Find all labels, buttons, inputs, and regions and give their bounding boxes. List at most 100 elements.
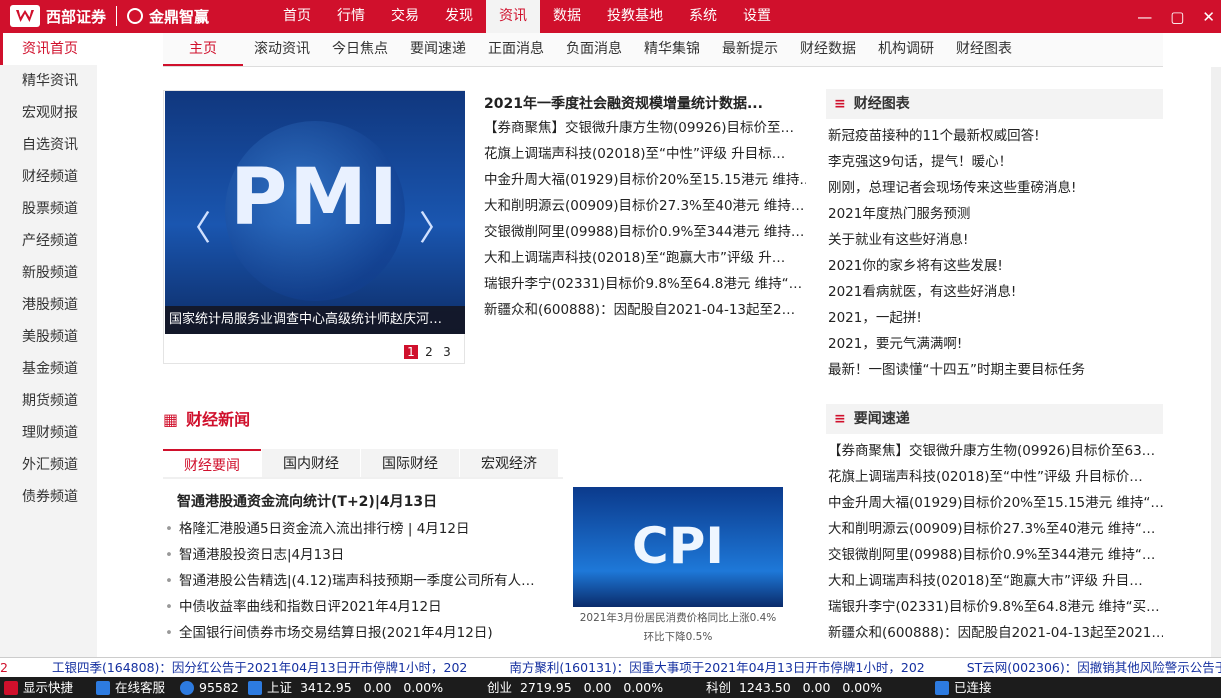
ticker-item[interactable]: ST云网(002306)：因撤销其他风险警示公告于2021年04月13日开市 (967, 660, 1221, 675)
nav-education[interactable]: 投教基地 (594, 0, 676, 33)
pager-1[interactable]: 1 (404, 345, 418, 359)
pager-2[interactable]: 2 (422, 345, 436, 359)
sidebar-item-macro[interactable]: 宏观财报 (0, 97, 97, 129)
list-item[interactable]: 李克强这9句话，提气！暖心！ (826, 149, 1163, 175)
sidebar-item-industry[interactable]: 产经频道 (0, 225, 97, 257)
nav-data[interactable]: 数据 (540, 0, 594, 33)
list-item[interactable]: 大和削明源云(00909)目标价27.3%至40港元 维持… (484, 193, 806, 219)
list-item[interactable]: 2021你的家乡将有这些发展! (826, 253, 1163, 279)
list-item[interactable]: 智通港股公告精选|(4.12)瑞声科技预期一季度公司所有人… (165, 568, 560, 594)
sidebar-item-hk[interactable]: 港股频道 (0, 289, 97, 321)
chevron-left-icon[interactable]: 〈 (177, 201, 211, 250)
tab-research[interactable]: 机构调研 (867, 33, 945, 66)
sidebar-item-forex[interactable]: 外汇频道 (0, 449, 97, 481)
list-item[interactable]: 【券商聚焦】交银微升康方生物(09926)目标价至63… (826, 438, 1163, 464)
sidebar-item-bonds[interactable]: 债券频道 (0, 481, 97, 513)
nav-news[interactable]: 资讯 (486, 0, 540, 33)
nav-quotes[interactable]: 行情 (324, 0, 378, 33)
list-item[interactable]: 中金升周大福(01929)目标价20%至15.15港元 维持“… (826, 490, 1163, 516)
tab-tips[interactable]: 最新提示 (711, 33, 789, 66)
tab-international[interactable]: 国际财经 (361, 449, 459, 477)
list-item[interactable]: 2021，一起拼! (826, 305, 1163, 331)
list-item[interactable]: 中金升周大福(01929)目标价20%至15.15港元 维持… (484, 167, 806, 193)
nav-settings[interactable]: 设置 (730, 0, 784, 33)
list-item[interactable]: 花旗上调瑞声科技(02018)至“中性”评级 升目标价… (826, 464, 1163, 490)
cpi-image[interactable]: CPI (573, 487, 783, 607)
sidebar-item-fund[interactable]: 基金频道 (0, 353, 97, 385)
list-item[interactable]: 中债收益率曲线和指数日评2021年4月12日 (165, 594, 560, 620)
list-item[interactable]: 2021，要元气满满啊! (826, 331, 1163, 357)
sidebar-item-featured[interactable]: 精华资讯 (0, 65, 97, 97)
sidebar-item-wealth[interactable]: 理财频道 (0, 417, 97, 449)
list-item[interactable]: 刚刚，总理记者会现场传来这些重磅消息! (826, 175, 1163, 201)
list-item[interactable]: 新疆众和(600888)：因配股自2021-04-13起至2… (484, 297, 806, 323)
list-item[interactable]: 全国银行间债券市场交易结算日报(2021年4月12日) (165, 620, 560, 646)
tab-finance-data[interactable]: 财经数据 (789, 33, 867, 66)
tab-negative[interactable]: 负面消息 (555, 33, 633, 66)
list-item[interactable]: 瑞银升李宁(02331)目标价9.8%至64.8港元 维持“买… (826, 594, 1163, 620)
list-item[interactable]: 2021年度热门服务预测 (826, 201, 1163, 227)
list-item[interactable]: 格隆汇港股通5日资金流入流出排行榜 | 4月12日 (165, 516, 560, 542)
kc-value: 1243.50 (739, 680, 791, 695)
nav-discover[interactable]: 发现 (432, 0, 486, 33)
nav-home[interactable]: 首页 (270, 0, 324, 33)
list-item[interactable]: 2021看病就医，有这些好消息! (826, 279, 1163, 305)
nav-system[interactable]: 系统 (676, 0, 730, 33)
list-item[interactable]: 交银微削阿里(09988)目标价0.9%至344港元 维持… (484, 219, 806, 245)
slide-caption[interactable]: 国家统计局服务业调查中心高级统计师赵庆河… (165, 306, 465, 334)
list-item[interactable]: 最新！一图读懂“十四五”时期主要目标任务 (826, 357, 1163, 383)
index-star[interactable]: 科创 1243.50 0.00 0.00% (706, 677, 882, 698)
sidebar-item-us[interactable]: 美股频道 (0, 321, 97, 353)
list-item[interactable]: 花旗上调瑞声科技(02018)至“中性”评级 升目标… (484, 141, 806, 167)
slide-image[interactable]: PMI 〈 〉 (165, 91, 465, 334)
connection-status[interactable]: 已连接 (935, 677, 992, 698)
restore-icon[interactable]: ▢ (1170, 8, 1184, 26)
tab-domestic[interactable]: 国内财经 (262, 449, 360, 477)
sidebar-item-futures[interactable]: 期货频道 (0, 385, 97, 417)
tab-headlines[interactable]: 要闻速递 (399, 33, 477, 66)
vertical-scrollbar[interactable] (1211, 67, 1221, 657)
list-item[interactable]: 智通港股投资日志|4月13日 (165, 542, 560, 568)
list-item[interactable]: 交银微削阿里(09988)目标价0.9%至344港元 维持“… (826, 542, 1163, 568)
list-item[interactable]: 新疆众和(600888)：因配股自2021-04-13起至2021… (826, 620, 1163, 646)
index-chinext[interactable]: 创业 2719.95 0.00 0.00% (487, 677, 663, 698)
finance-news-title: 财经新闻 (163, 406, 250, 430)
ticker-item[interactable]: 工银四季(164808)：因分红公告于2021年04月13日开市停牌1小时，20… (52, 660, 467, 675)
tab-finance-headlines[interactable]: 财经要闻 (163, 449, 261, 477)
tab-focus[interactable]: 今日焦点 (321, 33, 399, 66)
top-news-headline[interactable]: 2021年一季度社会融资规模增量统计数据... (484, 93, 806, 115)
chevron-right-icon[interactable]: 〉 (419, 201, 453, 250)
list-item[interactable]: 大和削明源云(00909)目标价27.3%至40港元 维持“… (826, 516, 1163, 542)
pager-3[interactable]: 3 (440, 345, 454, 359)
sidebar-item-finance[interactable]: 财经频道 (0, 161, 97, 193)
list-item[interactable]: 【券商聚焦】交银微升康方生物(09926)目标价至… (484, 115, 806, 141)
list-item[interactable]: 关于就业有这些好消息! (826, 227, 1163, 253)
tab-charts[interactable]: 财经图表 (945, 33, 1023, 66)
minimize-icon[interactable]: — (1137, 8, 1152, 26)
sidebar-item-stocks[interactable]: 股票频道 (0, 193, 97, 225)
list-item[interactable]: 新冠疫苗接种的11个最新权威回答! (826, 123, 1163, 149)
tab-positive[interactable]: 正面消息 (477, 33, 555, 66)
brand-divider (116, 6, 117, 26)
tab-main[interactable]: 主页 (163, 33, 243, 66)
list-item[interactable]: 大和上调瑞声科技(02018)至“跑赢大市”评级 升目… (826, 568, 1163, 594)
quick-toggle[interactable]: 显示快捷 (4, 677, 73, 698)
chat-icon (96, 681, 110, 695)
online-service-button[interactable]: 在线客服 (96, 677, 165, 698)
sidebar-item-ipo[interactable]: 新股频道 (0, 257, 97, 289)
list-item[interactable]: 瑞银升李宁(02331)目标价9.8%至64.8港元 维持“… (484, 271, 806, 297)
tab-highlights[interactable]: 精华集锦 (633, 33, 711, 66)
tab-rolling[interactable]: 滚动资讯 (243, 33, 321, 66)
tab-macro[interactable]: 宏观经济 (460, 449, 558, 477)
phone-number: 95582 (180, 677, 239, 698)
close-icon[interactable]: ✕ (1202, 8, 1215, 26)
sidebar-item-news-home[interactable]: 资讯首页 (0, 33, 97, 65)
ticker-item[interactable]: 南方聚利(160131)：因重大事项于2021年04月13日开市停牌1小时，20… (509, 660, 924, 675)
index-shanghai[interactable]: 上证 3412.95 0.00 0.00% (248, 677, 443, 698)
nav-trade[interactable]: 交易 (378, 0, 432, 33)
ticker-item[interactable]: 2 (0, 660, 8, 675)
list-item[interactable]: 大和上调瑞声科技(02018)至“跑赢大市”评级 升… (484, 245, 806, 271)
cpi-caption[interactable]: 2021年3月份居民消费价格同比上涨0.4% 环比下降0.5% (570, 609, 786, 647)
sidebar-item-watchlist[interactable]: 自选资讯 (0, 129, 97, 161)
finance-news-headline[interactable]: 智通港股通资金流向统计(T+2)|4月13日 (165, 488, 560, 516)
